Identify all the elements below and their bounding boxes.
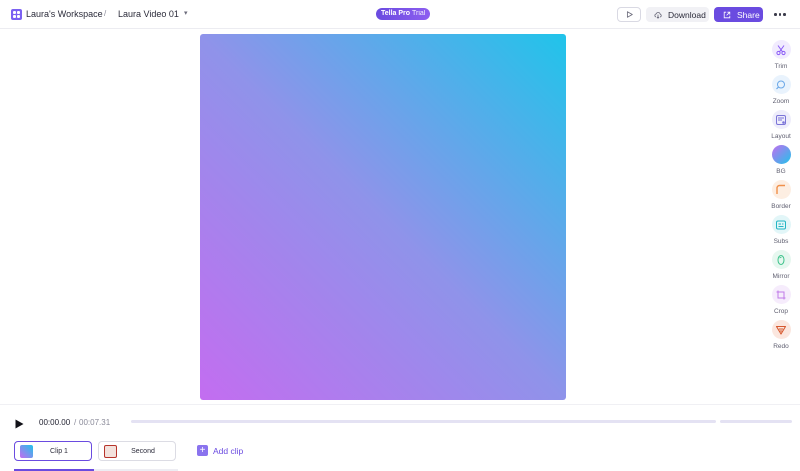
add-clip-label: Add clip xyxy=(213,445,244,456)
clip-label: Clip 1 xyxy=(50,447,68,455)
tool-label: Layout xyxy=(771,133,791,140)
scissors-icon xyxy=(771,40,791,59)
zoom-icon xyxy=(771,75,791,94)
more-options-icon[interactable] xyxy=(772,8,788,21)
crop-icon xyxy=(771,285,791,304)
subtitles-icon xyxy=(771,215,791,234)
total-time: 00:07.31 xyxy=(79,418,111,427)
tool-zoom[interactable]: Zoom xyxy=(766,75,796,109)
plus-icon: + xyxy=(197,445,208,456)
play-icon[interactable] xyxy=(14,419,24,429)
clip-item[interactable]: Clip 1 xyxy=(14,441,92,461)
tool-border[interactable]: Border xyxy=(766,180,796,214)
tool-label: BG xyxy=(776,168,786,175)
tool-label: Mirror xyxy=(772,273,790,280)
border-icon xyxy=(771,180,791,199)
share-label: Share xyxy=(737,9,760,20)
tool-label: Redo xyxy=(773,343,789,350)
share-button[interactable]: Share xyxy=(714,7,763,22)
tool-subs[interactable]: Subs xyxy=(766,215,796,249)
tool-bg[interactable]: BG xyxy=(766,145,796,179)
tool-crop[interactable]: Crop xyxy=(766,285,796,319)
top-bar: Laura's Workspace / Laura Video 01 ▾ Tel… xyxy=(0,0,800,29)
timeline-scrubber[interactable] xyxy=(131,420,716,423)
timeline-panel: 00:00.00 / 00:07.31 Clip 1 Second + Add … xyxy=(0,404,800,471)
tool-label: Subs xyxy=(773,238,789,245)
tool-label: Trim xyxy=(774,63,788,70)
clip-label: Second xyxy=(131,447,155,455)
tool-redo[interactable]: Redo xyxy=(766,320,796,354)
trial-badge-plan: Tella Pro xyxy=(381,10,411,17)
time-separator: / xyxy=(74,418,77,427)
tool-mirror[interactable]: Mirror xyxy=(766,250,796,284)
chevron-down-icon[interactable]: ▾ xyxy=(184,9,188,17)
preview-play-button[interactable] xyxy=(617,7,641,22)
trial-badge-trial: Trial xyxy=(412,10,426,17)
clip-thumbnail xyxy=(104,444,117,458)
tool-label: Zoom xyxy=(772,98,790,105)
workspace-name[interactable]: Laura's Workspace xyxy=(26,9,103,19)
workspace-logo-icon[interactable] xyxy=(11,9,22,20)
tool-trim[interactable]: Trim xyxy=(766,40,796,74)
video-title[interactable]: Laura Video 01 xyxy=(118,9,179,19)
play-icon xyxy=(626,11,633,18)
tool-label: Border xyxy=(771,203,791,210)
layout-icon xyxy=(771,110,791,129)
share-icon xyxy=(723,11,731,18)
video-canvas[interactable] xyxy=(200,34,566,400)
cloud-download-icon xyxy=(654,11,662,19)
timeline-scrubber-end[interactable] xyxy=(720,420,792,423)
download-label: Download xyxy=(668,9,706,20)
current-time: 00:00.00 xyxy=(39,418,71,427)
download-button[interactable]: Download xyxy=(646,7,709,22)
clip-item[interactable]: Second xyxy=(98,441,176,461)
breadcrumb-separator: / xyxy=(104,9,107,18)
background-icon xyxy=(771,145,791,164)
clip-thumbnail xyxy=(20,444,33,458)
trial-badge[interactable]: Tella Pro Trial xyxy=(376,8,431,20)
add-clip-button[interactable]: + Add clip xyxy=(197,445,243,456)
mirror-icon xyxy=(771,250,791,269)
redo-icon xyxy=(771,320,791,339)
tool-layout[interactable]: Layout xyxy=(766,110,796,144)
tool-label: Crop xyxy=(773,308,789,315)
